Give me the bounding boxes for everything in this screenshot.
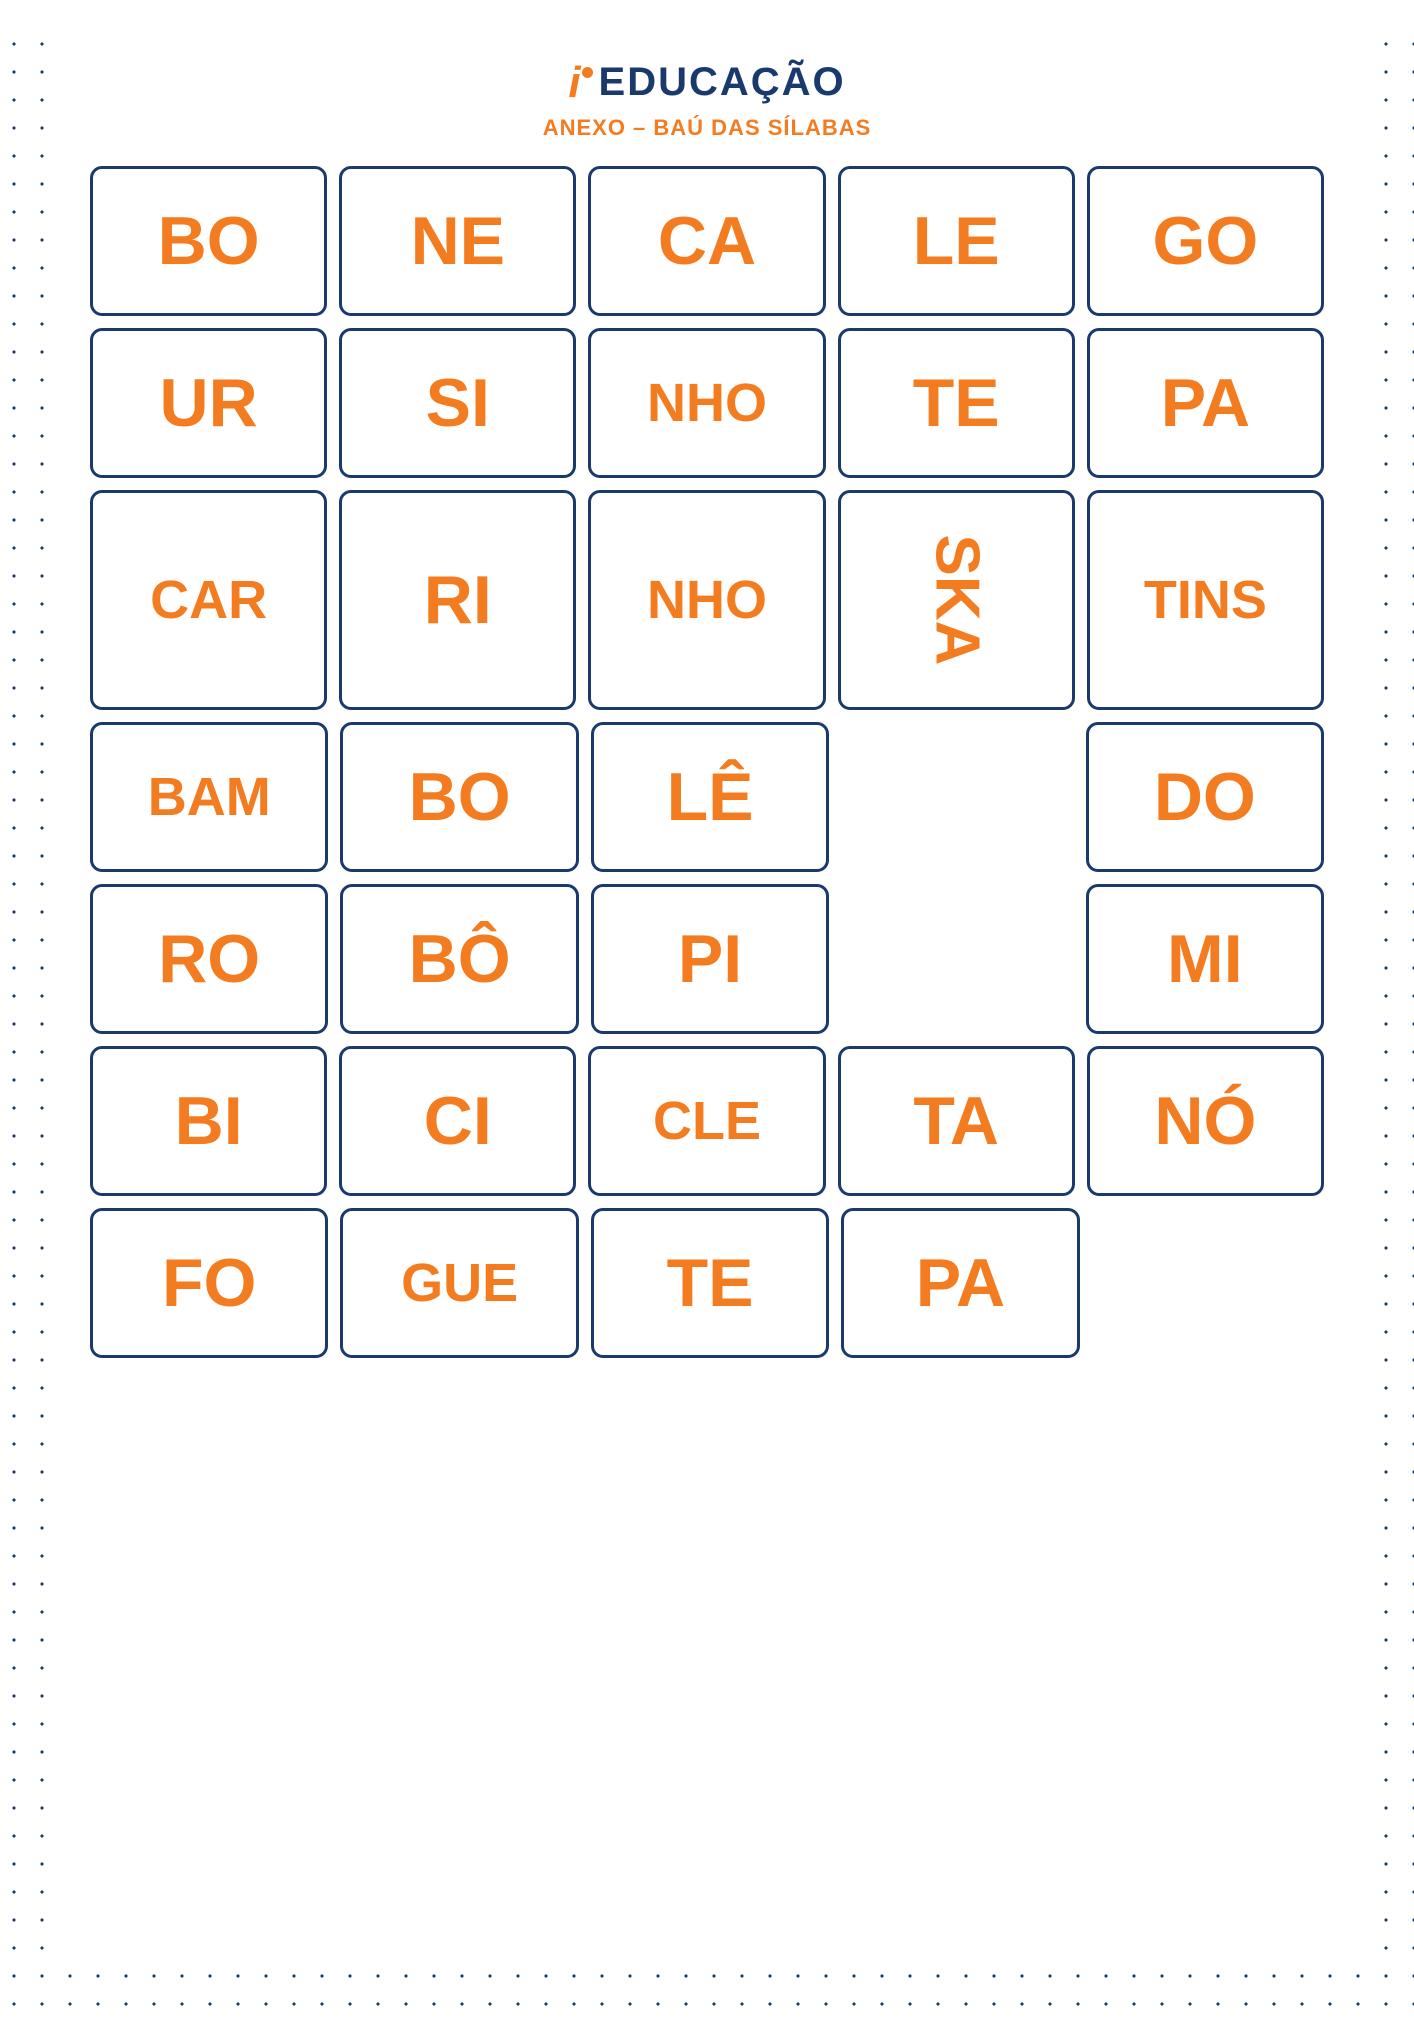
card-ska: SKA — [838, 490, 1075, 710]
card-tins: TINS — [1087, 490, 1324, 710]
syllable-le2: LÊ — [667, 763, 754, 831]
syllable-grid: BO NE CA LE GO UR SI NHO — [90, 166, 1324, 1358]
card-ci: CI — [339, 1046, 576, 1196]
syllable-bo2: BO — [409, 763, 511, 831]
card-le2: LÊ — [591, 722, 829, 872]
card-ri: RI — [339, 490, 576, 710]
syllable-pi: PI — [678, 925, 742, 993]
logo-text: EDUCAÇÃO — [599, 60, 846, 105]
card-gue: GUE — [340, 1208, 578, 1358]
syllable-no: NÓ — [1154, 1087, 1256, 1155]
card-do: DO — [1086, 722, 1324, 872]
row-5: RO BÔ PI MI — [90, 884, 1324, 1034]
syllable-le: LE — [913, 207, 1000, 275]
syllable-bi: BI — [175, 1087, 243, 1155]
header: i EDUCAÇÃO ANEXO – BAÚ DAS SÍLABAS — [90, 60, 1324, 141]
syllable-pa2: PA — [916, 1249, 1005, 1317]
card-mi: MI — [1086, 884, 1324, 1034]
card-bam: BAM — [90, 722, 328, 872]
syllable-mi: MI — [1167, 925, 1243, 993]
card-ca: CA — [588, 166, 825, 316]
card-cle: CLE — [588, 1046, 825, 1196]
syllable-car: CAR — [150, 573, 267, 627]
logo-i-letter: i — [568, 61, 580, 105]
card-te2: TE — [591, 1208, 829, 1358]
card-car: CAR — [90, 490, 327, 710]
card-ro: RO — [90, 884, 328, 1034]
card-bo3: BÔ — [340, 884, 578, 1034]
syllable-ro: RO — [158, 925, 260, 993]
logo-i-dot — [582, 67, 593, 78]
syllable-bo: BO — [158, 207, 260, 275]
card-te1: TE — [838, 328, 1075, 478]
row-3: CAR RI NHO SKA TINS — [90, 490, 1324, 710]
row-6: BI CI CLE TA NÓ — [90, 1046, 1324, 1196]
syllable-ur: UR — [159, 369, 257, 437]
card-pa2: PA — [841, 1208, 1079, 1358]
syllable-do: DO — [1154, 763, 1256, 831]
syllable-ci: CI — [424, 1087, 492, 1155]
syllable-ca: CA — [658, 207, 756, 275]
card-no: NÓ — [1087, 1046, 1324, 1196]
row-7: FO GUE TE PA — [90, 1208, 1324, 1358]
card-ta: TA — [838, 1046, 1075, 1196]
syllable-fo: FO — [162, 1249, 256, 1317]
card-ne: NE — [339, 166, 576, 316]
syllable-ska: SKA — [925, 535, 987, 666]
card-nho1: NHO — [588, 328, 825, 478]
card-pa1: PA — [1087, 328, 1324, 478]
syllable-ri: RI — [424, 566, 492, 634]
syllable-bam: BAM — [148, 770, 271, 824]
card-fo: FO — [90, 1208, 328, 1358]
card-bo2: BO — [340, 722, 578, 872]
main-panel: i EDUCAÇÃO ANEXO – BAÚ DAS SÍLABAS BO NE… — [50, 30, 1364, 1970]
card-si: SI — [339, 328, 576, 478]
syllable-nho2: NHO — [647, 573, 767, 627]
card-ur: UR — [90, 328, 327, 478]
syllable-gue: GUE — [401, 1256, 518, 1310]
syllable-te2: TE — [667, 1249, 754, 1317]
logo-icon: i — [568, 61, 592, 105]
syllable-tins: TINS — [1144, 573, 1267, 627]
card-go: GO — [1087, 166, 1324, 316]
row-4: BAM BO LÊ DO — [90, 722, 1324, 872]
card-nho2: NHO — [588, 490, 825, 710]
card-bo: BO — [90, 166, 327, 316]
syllable-bo3: BÔ — [409, 925, 511, 993]
row-1: BO NE CA LE GO — [90, 166, 1324, 316]
syllable-cle: CLE — [653, 1094, 761, 1148]
syllable-nho1: NHO — [647, 376, 767, 430]
syllable-si: SI — [426, 369, 490, 437]
syllable-go: GO — [1153, 207, 1259, 275]
syllable-ta: TA — [913, 1087, 999, 1155]
card-le: LE — [838, 166, 1075, 316]
card-bi: BI — [90, 1046, 327, 1196]
logo-area: i EDUCAÇÃO — [90, 60, 1324, 105]
card-pi: PI — [591, 884, 829, 1034]
row-2: UR SI NHO TE PA — [90, 328, 1324, 478]
syllable-te1: TE — [913, 369, 1000, 437]
syllable-ne: NE — [411, 207, 505, 275]
syllable-pa1: PA — [1161, 369, 1250, 437]
page-subtitle: ANEXO – BAÚ DAS SÍLABAS — [90, 115, 1324, 141]
